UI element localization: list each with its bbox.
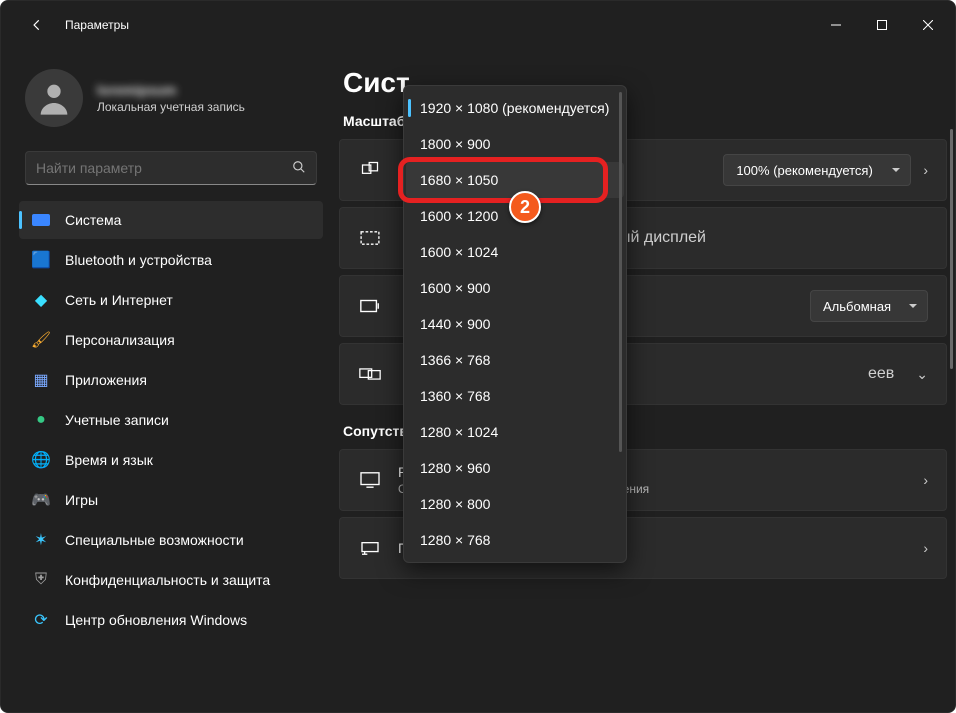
update-icon: ⟳ (31, 610, 51, 630)
wifi-icon: ◆ (31, 290, 51, 310)
nav-personalization[interactable]: 🖌 Персонализация (19, 321, 323, 359)
nav-label: Система (65, 212, 121, 228)
resolution-option[interactable]: 1680 × 1050 (406, 162, 624, 198)
settings-window: Параметры loremipsum Локальная учетная з… (0, 0, 956, 713)
minimize-button[interactable] (813, 5, 859, 45)
orientation-icon (358, 297, 382, 315)
resolution-option[interactable]: 1280 × 800 (406, 486, 624, 522)
nav-label: Учетные записи (65, 412, 169, 428)
option-label: 1360 × 768 (420, 388, 490, 404)
resolution-option[interactable]: 1280 × 768 (406, 522, 624, 558)
resolution-option[interactable]: 1366 × 768 (406, 342, 624, 378)
user-name: loremipsum (97, 82, 245, 98)
option-label: 1280 × 960 (420, 460, 490, 476)
search-box[interactable] (25, 151, 317, 185)
nav-system[interactable]: Система (19, 201, 323, 239)
option-label: 1280 × 768 (420, 532, 490, 548)
scale-icon (358, 160, 382, 180)
option-label: 1680 × 1050 (420, 172, 498, 188)
dropdown-scrollbar[interactable] (619, 92, 622, 452)
nav-privacy[interactable]: ⛨ Конфиденциальность и защита (19, 561, 323, 599)
chevron-right-icon[interactable]: › (923, 540, 928, 556)
window-title: Параметры (65, 18, 129, 32)
resolution-option[interactable]: 1280 × 1024 (406, 414, 624, 450)
option-label: 1920 × 1080 (рекомендуется) (420, 100, 609, 116)
nav-gaming[interactable]: 🎮 Игры (19, 481, 323, 519)
resolution-option[interactable]: 1920 × 1080 (рекомендуется) (406, 90, 624, 126)
nav-label: Время и язык (65, 452, 153, 468)
resolution-dropdown[interactable]: 1920 × 1080 (рекомендуется) 1800 × 900 1… (403, 85, 627, 563)
gpu-icon (358, 540, 382, 556)
multi-display-icon (358, 366, 382, 382)
nav-label: Bluetooth и устройства (65, 252, 212, 268)
resolution-option[interactable]: 1600 × 900 (406, 270, 624, 306)
scale-combo[interactable]: 100% (рекомендуется) (723, 154, 911, 186)
partial-text: ый дисплей (619, 229, 706, 246)
nav-label: Игры (65, 492, 98, 508)
option-label: 1280 × 1024 (420, 424, 498, 440)
resolution-icon (358, 230, 382, 246)
brush-icon: 🖌 (31, 330, 51, 350)
resolution-option[interactable]: 1280 × 960 (406, 450, 624, 486)
nav-update[interactable]: ⟳ Центр обновления Windows (19, 601, 323, 639)
resolution-option[interactable]: 1600 × 1200 (406, 198, 624, 234)
nav-label: Конфиденциальность и защита (65, 572, 270, 588)
option-label: 1366 × 768 (420, 352, 490, 368)
chevron-right-icon[interactable]: › (923, 472, 928, 488)
nav-accessibility[interactable]: ✶ Специальные возможности (19, 521, 323, 559)
chevron-down-icon[interactable]: ⌄ (916, 366, 928, 383)
apps-icon: ▦ (31, 370, 51, 390)
combo-value: Альбомная (823, 299, 891, 314)
shield-icon: ⛨ (31, 570, 51, 590)
maximize-button[interactable] (859, 5, 905, 45)
clock-icon: 🌐 (31, 450, 51, 470)
nav-accounts[interactable]: ● Учетные записи (19, 401, 323, 439)
chevron-right-icon[interactable]: › (923, 162, 928, 178)
user-account-type: Локальная учетная запись (97, 100, 245, 114)
nav-bluetooth[interactable]: 🟦 Bluetooth и устройства (19, 241, 323, 279)
scrollbar-thumb[interactable] (950, 129, 953, 369)
nav-label: Сеть и Интернет (65, 292, 173, 308)
nav-network[interactable]: ◆ Сеть и Интернет (19, 281, 323, 319)
option-label: 1600 × 1200 (420, 208, 498, 224)
nav-label: Специальные возможности (65, 532, 244, 548)
back-button[interactable] (17, 5, 57, 45)
person-icon: ● (31, 410, 51, 430)
nav-label: Персонализация (65, 332, 175, 348)
window-controls (813, 5, 951, 45)
user-area[interactable]: loremipsum Локальная учетная запись (19, 59, 323, 147)
close-button[interactable] (905, 5, 951, 45)
partial-text: еев (868, 365, 894, 382)
search-input[interactable] (36, 160, 292, 176)
option-label: 1600 × 900 (420, 280, 490, 296)
option-label: 1280 × 800 (420, 496, 490, 512)
search-icon (292, 160, 306, 177)
bluetooth-icon: 🟦 (31, 250, 51, 270)
sidebar: loremipsum Локальная учетная запись Сист… (1, 49, 331, 712)
resolution-option[interactable]: 1800 × 900 (406, 126, 624, 162)
option-label: 1440 × 900 (420, 316, 490, 332)
nav-label: Приложения (65, 372, 147, 388)
resolution-option[interactable]: 1600 × 1024 (406, 234, 624, 270)
monitor-icon (358, 471, 382, 489)
nav-label: Центр обновления Windows (65, 612, 247, 628)
nav-list: Система 🟦 Bluetooth и устройства ◆ Сеть и … (19, 201, 323, 639)
nav-apps[interactable]: ▦ Приложения (19, 361, 323, 399)
titlebar: Параметры (1, 1, 955, 49)
resolution-option[interactable]: 1360 × 768 (406, 378, 624, 414)
combo-value: 100% (рекомендуется) (736, 163, 872, 178)
gamepad-icon: 🎮 (31, 490, 51, 510)
resolution-option[interactable]: 1440 × 900 (406, 306, 624, 342)
option-label: 1600 × 1024 (420, 244, 498, 260)
accessibility-icon: ✶ (31, 530, 51, 550)
option-label: 1800 × 900 (420, 136, 490, 152)
avatar (25, 69, 83, 127)
nav-time[interactable]: 🌐 Время и язык (19, 441, 323, 479)
system-icon (31, 210, 51, 230)
orientation-combo[interactable]: Альбомная (810, 290, 928, 322)
